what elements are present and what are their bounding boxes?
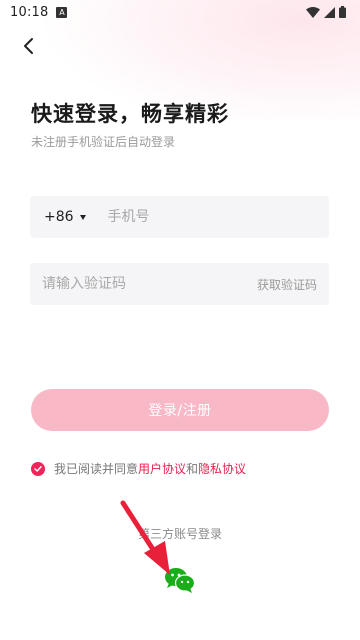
verification-code-input[interactable] bbox=[42, 276, 242, 292]
agreement-checkbox[interactable] bbox=[31, 461, 45, 476]
annotation-arrow-icon bbox=[120, 500, 170, 575]
page-title: 快速登录，畅享精彩 bbox=[31, 102, 229, 126]
notification-icon: A bbox=[56, 6, 68, 18]
get-code-button[interactable]: 获取验证码 bbox=[257, 276, 317, 293]
back-button[interactable] bbox=[14, 32, 42, 60]
signal-icon bbox=[324, 6, 335, 18]
status-time: 10:18 bbox=[10, 4, 49, 20]
verification-code-field: 获取验证码 bbox=[30, 263, 329, 305]
login-register-button[interactable]: 登录/注册 bbox=[31, 389, 329, 431]
status-icons bbox=[306, 6, 346, 18]
dropdown-caret-icon bbox=[79, 214, 86, 220]
phone-input[interactable] bbox=[107, 209, 308, 225]
battery-icon bbox=[339, 6, 346, 18]
agreement-row: 我已阅读并同意 用户协议 和 隐私协议 bbox=[31, 460, 246, 477]
back-arrow-icon bbox=[24, 38, 33, 54]
privacy-policy-link[interactable]: 隐私协议 bbox=[198, 460, 246, 477]
page-subtitle: 未注册手机验证后自动登录 bbox=[31, 135, 176, 149]
agreement-prefix: 我已阅读并同意 bbox=[54, 462, 139, 476]
wifi-icon bbox=[306, 6, 320, 18]
country-code-selector[interactable]: +86 bbox=[44, 209, 86, 225]
phone-field: +86 bbox=[30, 196, 329, 238]
user-agreement-link[interactable]: 用户协议 bbox=[138, 460, 186, 477]
agreement-and: 和 bbox=[186, 462, 199, 476]
checkmark-icon bbox=[34, 465, 42, 472]
status-bar: 10:18 A bbox=[0, 0, 360, 24]
country-code-label: +86 bbox=[44, 209, 74, 225]
